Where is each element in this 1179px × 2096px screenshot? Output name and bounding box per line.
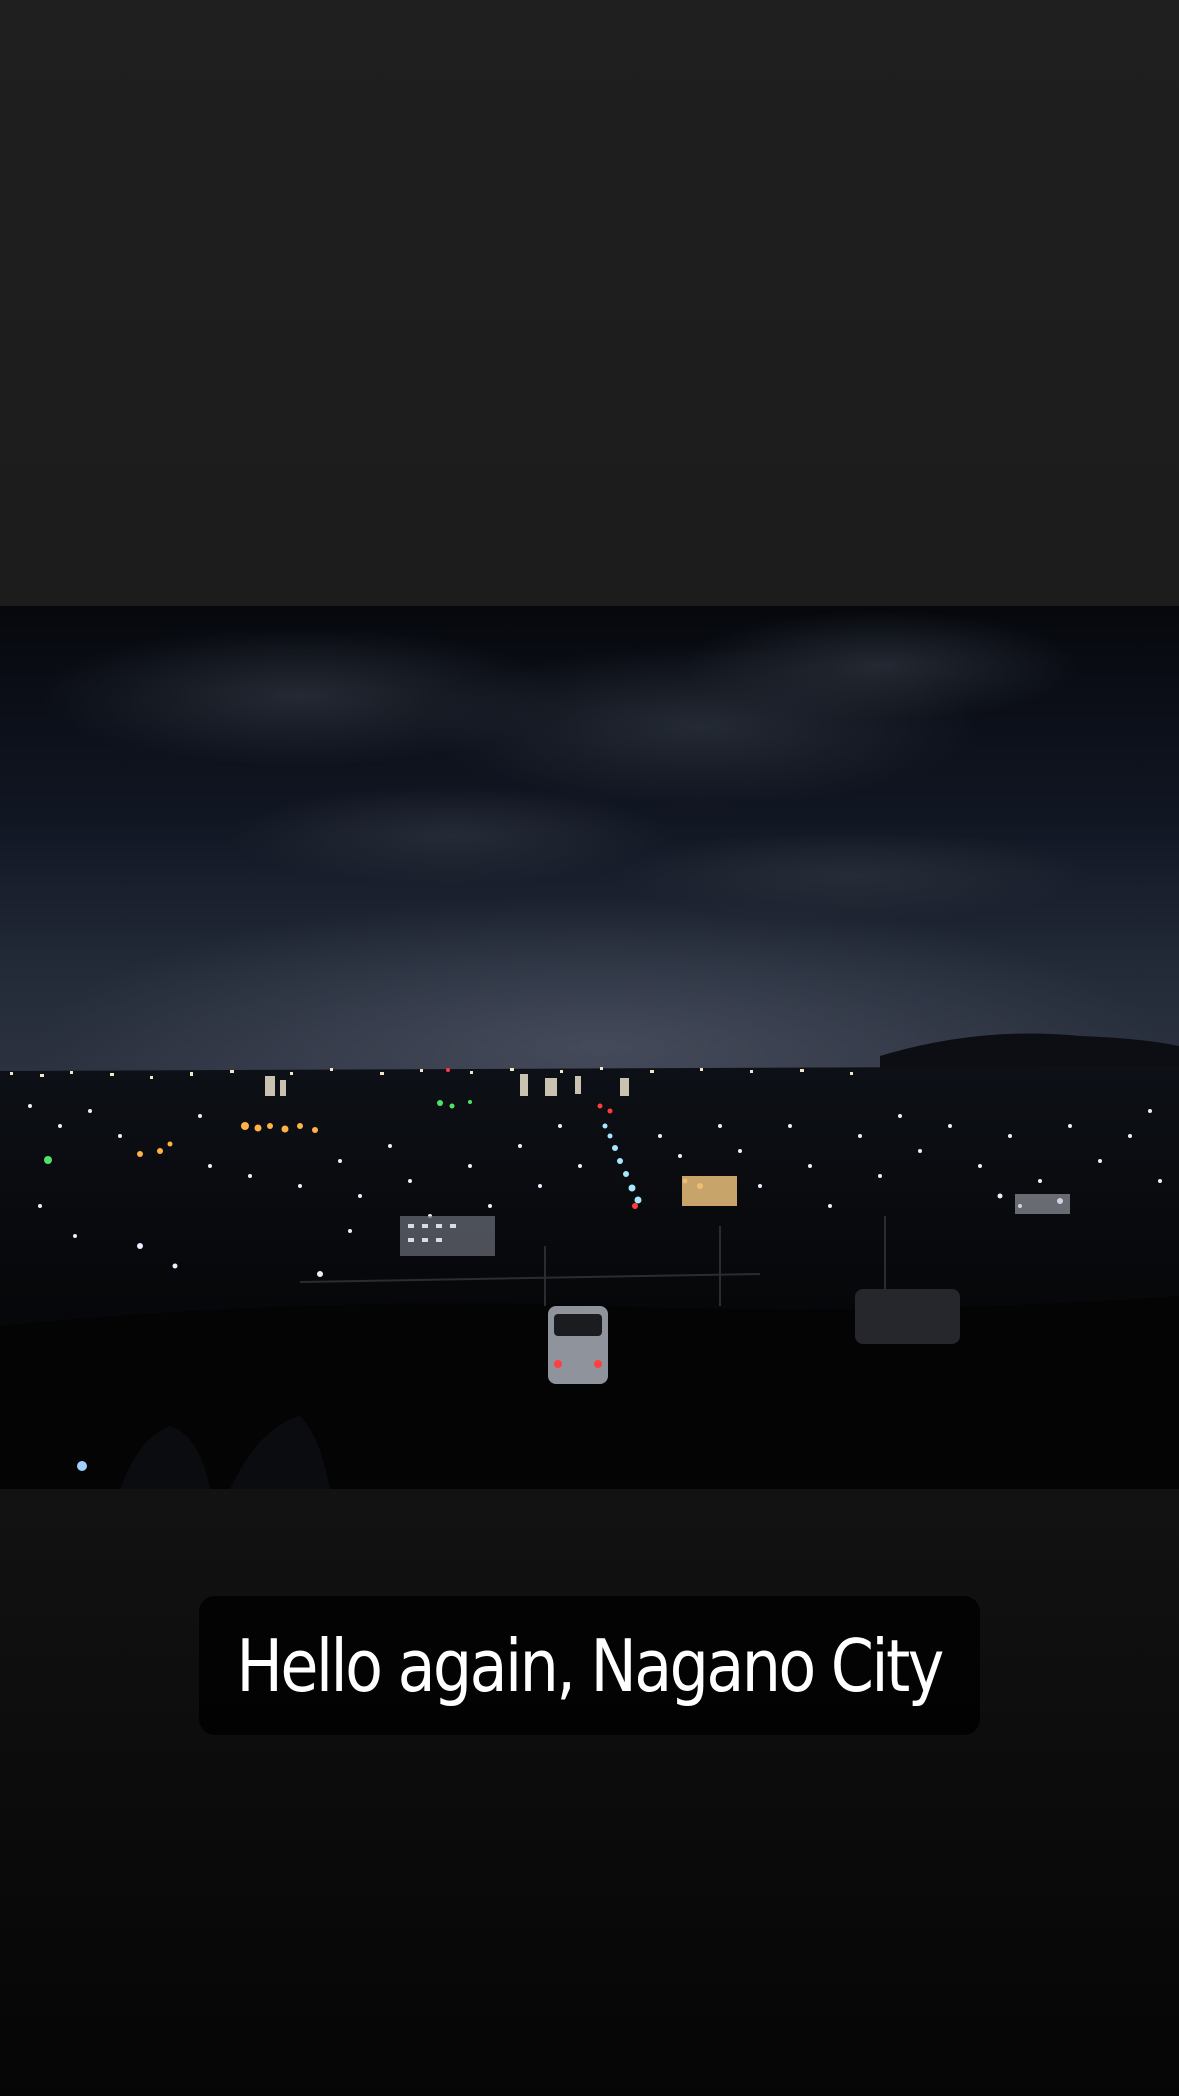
night-city-photo xyxy=(0,606,1179,1489)
caption-box: Hello again, Nagano City xyxy=(199,1596,980,1735)
story-canvas: Hello again, Nagano City xyxy=(0,0,1179,2096)
night-city-scene xyxy=(0,606,1179,1489)
caption-text: Hello again, Nagano City xyxy=(236,1623,945,1708)
